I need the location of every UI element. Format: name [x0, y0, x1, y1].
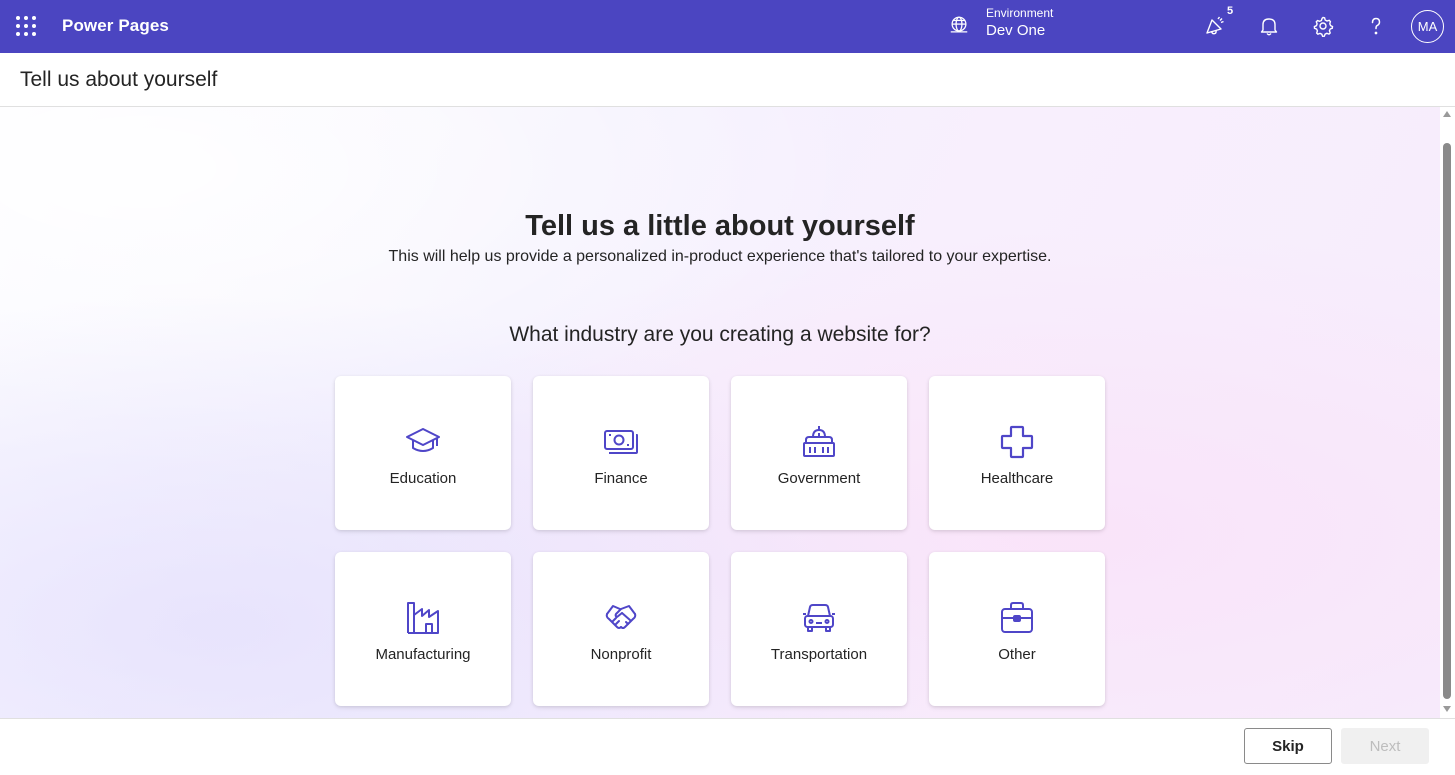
industry-card-transportation[interactable]: Transportation	[731, 552, 907, 706]
environment-label: Environment	[986, 6, 1054, 20]
industry-label: Manufacturing	[375, 646, 471, 663]
graduation-cap-icon	[406, 428, 440, 452]
factory-icon	[407, 602, 439, 634]
industry-label: Finance	[594, 470, 648, 487]
wizard-footer: Skip Next	[0, 718, 1455, 775]
industry-card-other[interactable]: Other	[929, 552, 1105, 706]
help-icon[interactable]	[1364, 14, 1388, 38]
bell-icon[interactable]	[1257, 14, 1281, 38]
hero-heading: Tell us a little about yourself	[525, 210, 915, 242]
industry-card-finance[interactable]: Finance	[533, 376, 709, 530]
scrollbar-thumb[interactable]	[1443, 143, 1451, 699]
app-header-bar: Power Pages Environment Dev One 5 MA	[0, 0, 1455, 53]
money-icon	[604, 430, 638, 454]
industry-label: Healthcare	[980, 470, 1054, 487]
vertical-scrollbar[interactable]	[1440, 107, 1455, 718]
industry-card-nonprofit[interactable]: Nonprofit	[533, 552, 709, 706]
page-header: Tell us about yourself	[0, 53, 1455, 107]
next-button[interactable]: Next	[1341, 728, 1429, 764]
handshake-icon	[605, 605, 637, 629]
page-title: Tell us about yourself	[20, 68, 218, 91]
medical-cross-icon	[1000, 425, 1034, 459]
industry-label: Other	[998, 646, 1036, 663]
industry-label: Government	[777, 470, 861, 487]
hero-subheading: This will help us provide a personalized…	[388, 248, 1052, 265]
user-avatar[interactable]: MA	[1411, 10, 1444, 43]
scroll-down-arrow-icon[interactable]	[1443, 706, 1451, 712]
main-content: Tell us a little about yourself This wil…	[0, 107, 1440, 718]
environment-name: Dev One	[986, 22, 1046, 39]
skip-button[interactable]: Skip	[1244, 728, 1332, 764]
whats-new-megaphone-icon[interactable]	[1203, 14, 1227, 38]
app-launcher-icon[interactable]	[16, 16, 36, 36]
gear-icon[interactable]	[1311, 14, 1335, 38]
scroll-up-arrow-icon[interactable]	[1443, 111, 1451, 117]
industry-card-government[interactable]: Government	[731, 376, 907, 530]
government-building-icon	[803, 426, 835, 457]
industry-card-healthcare[interactable]: Healthcare	[929, 376, 1105, 530]
industry-question: What industry are you creating a website…	[509, 323, 931, 346]
industry-label: Education	[389, 470, 457, 487]
industry-card-education[interactable]: Education	[335, 376, 511, 530]
app-title[interactable]: Power Pages	[62, 16, 169, 36]
briefcase-icon	[1001, 602, 1033, 633]
environment-picker[interactable]: Environment Dev One	[948, 6, 1053, 42]
industry-label: Nonprofit	[590, 646, 652, 663]
car-icon	[803, 604, 835, 632]
notification-count-badge: 5	[1227, 5, 1234, 17]
industry-label: Transportation	[770, 646, 868, 663]
globe-icon	[950, 16, 968, 33]
industry-card-manufacturing[interactable]: Manufacturing	[335, 552, 511, 706]
